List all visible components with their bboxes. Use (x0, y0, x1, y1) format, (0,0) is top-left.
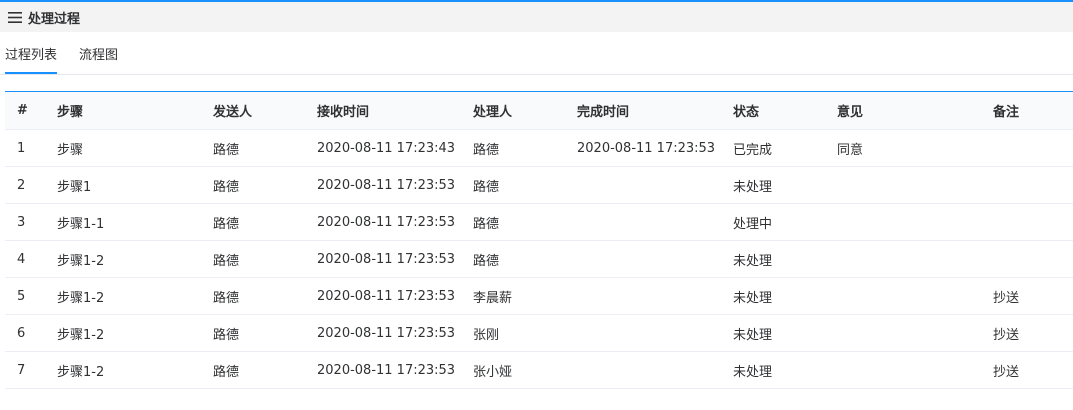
table-row[interactable]: 4 步骤1-2 路德 2020-08-11 17:23:53 路德 未处理 (5, 240, 1073, 278)
table-body: 1 步骤 路德 2020-08-11 17:23:43 路德 2020-08-11 17:… (5, 129, 1073, 389)
cell-sender: 路德 (201, 277, 305, 315)
cell-step: 步骤1-2 (45, 277, 201, 315)
cell-status: 未处理 (721, 277, 825, 315)
column-header-sender: 发送人 (201, 91, 305, 130)
cell-status: 未处理 (721, 351, 825, 389)
process-table: # 步骤 发送人 接收时间 处理人 完成时间 状态 意见 备注 1 步骤 路德 202… (5, 91, 1073, 389)
cell-completed-time (565, 277, 721, 315)
cell-completed-time (565, 166, 721, 204)
cell-received-time: 2020-08-11 17:23:53 (305, 203, 461, 241)
cell-remark: 抄送 (981, 277, 1073, 315)
cell-step: 步骤1-2 (45, 351, 201, 389)
cell-handler: 张刚 (461, 314, 565, 352)
cell-index: 5 (5, 277, 45, 315)
cell-status: 未处理 (721, 240, 825, 278)
cell-step: 步骤 (45, 129, 201, 167)
column-header-index: # (5, 91, 45, 130)
cell-remark: 抄送 (981, 314, 1073, 352)
column-header-status: 状态 (721, 91, 825, 130)
cell-completed-time (565, 351, 721, 389)
cell-opinion (825, 166, 981, 204)
cell-handler: 李晨薪 (461, 277, 565, 315)
tab-process-list[interactable]: 过程列表 (5, 32, 58, 74)
cell-opinion (825, 314, 981, 352)
cell-completed-time (565, 314, 721, 352)
table-row[interactable]: 1 步骤 路德 2020-08-11 17:23:43 路德 2020-08-11 17:… (5, 129, 1073, 167)
cell-handler: 路德 (461, 129, 565, 167)
cell-completed-time (565, 203, 721, 241)
table-row[interactable]: 2 步骤1 路德 2020-08-11 17:23:53 路德 未处理 (5, 166, 1073, 204)
cell-status: 未处理 (721, 166, 825, 204)
process-panel: 处理过程 过程列表 流程图 # 步骤 发送人 接收时间 处理人 完成时间 状态 … (0, 0, 1073, 410)
cell-sender: 路德 (201, 314, 305, 352)
cell-step: 步骤1-2 (45, 314, 201, 352)
cell-index: 1 (5, 129, 45, 167)
table-row[interactable]: 5 步骤1-2 路德 2020-08-11 17:23:53 李晨薪 未处理 抄送 (5, 277, 1073, 315)
panel-title: 处理过程 (28, 11, 81, 27)
cell-index: 7 (5, 351, 45, 389)
cell-received-time: 2020-08-11 17:23:53 (305, 351, 461, 389)
cell-step: 步骤1-1 (45, 203, 201, 241)
cell-index: 2 (5, 166, 45, 204)
cell-sender: 路德 (201, 166, 305, 204)
cell-remark (981, 203, 1073, 241)
cell-status: 处理中 (721, 203, 825, 241)
cell-sender: 路德 (201, 240, 305, 278)
cell-received-time: 2020-08-11 17:23:43 (305, 129, 461, 167)
table-row[interactable]: 3 步骤1-1 路德 2020-08-11 17:23:53 路德 处理中 (5, 203, 1073, 241)
cell-index: 6 (5, 314, 45, 352)
column-header-remark: 备注 (981, 91, 1073, 130)
cell-received-time: 2020-08-11 17:23:53 (305, 166, 461, 204)
cell-remark (981, 129, 1073, 167)
tab-bar: 过程列表 流程图 (0, 32, 1073, 75)
cell-opinion (825, 240, 981, 278)
cell-remark (981, 166, 1073, 204)
cell-sender: 路德 (201, 351, 305, 389)
cell-status: 未处理 (721, 314, 825, 352)
cell-index: 4 (5, 240, 45, 278)
cell-status: 已完成 (721, 129, 825, 167)
cell-received-time: 2020-08-11 17:23:53 (305, 240, 461, 278)
cell-handler: 路德 (461, 166, 565, 204)
cell-received-time: 2020-08-11 17:23:53 (305, 277, 461, 315)
cell-handler: 路德 (461, 203, 565, 241)
cell-opinion (825, 203, 981, 241)
table-header-row: # 步骤 发送人 接收时间 处理人 完成时间 状态 意见 备注 (5, 91, 1073, 130)
cell-opinion (825, 351, 981, 389)
cell-handler: 张小娅 (461, 351, 565, 389)
menu-icon[interactable] (8, 11, 22, 23)
process-table-container: # 步骤 发送人 接收时间 处理人 完成时间 状态 意见 备注 1 步骤 路德 202… (5, 91, 1073, 389)
cell-step: 步骤1-2 (45, 240, 201, 278)
cell-index: 3 (5, 203, 45, 241)
cell-opinion: 同意 (825, 129, 981, 167)
cell-sender: 路德 (201, 203, 305, 241)
column-header-completed-time: 完成时间 (565, 91, 721, 130)
cell-remark: 抄送 (981, 351, 1073, 389)
column-header-step: 步骤 (45, 91, 201, 130)
cell-opinion (825, 277, 981, 315)
table-row[interactable]: 7 步骤1-2 路德 2020-08-11 17:23:53 张小娅 未处理 抄送 (5, 351, 1073, 389)
table-row[interactable]: 6 步骤1-2 路德 2020-08-11 17:23:53 张刚 未处理 抄送 (5, 314, 1073, 352)
tab-flowchart[interactable]: 流程图 (79, 32, 118, 74)
cell-completed-time: 2020-08-11 17:23:53 (565, 129, 721, 167)
column-header-received-time: 接收时间 (305, 91, 461, 130)
column-header-handler: 处理人 (461, 91, 565, 130)
panel-header: 处理过程 (0, 2, 1073, 32)
cell-handler: 路德 (461, 240, 565, 278)
cell-completed-time (565, 240, 721, 278)
cell-step: 步骤1 (45, 166, 201, 204)
cell-received-time: 2020-08-11 17:23:53 (305, 314, 461, 352)
column-header-opinion: 意见 (825, 91, 981, 130)
cell-sender: 路德 (201, 129, 305, 167)
cell-remark (981, 240, 1073, 278)
